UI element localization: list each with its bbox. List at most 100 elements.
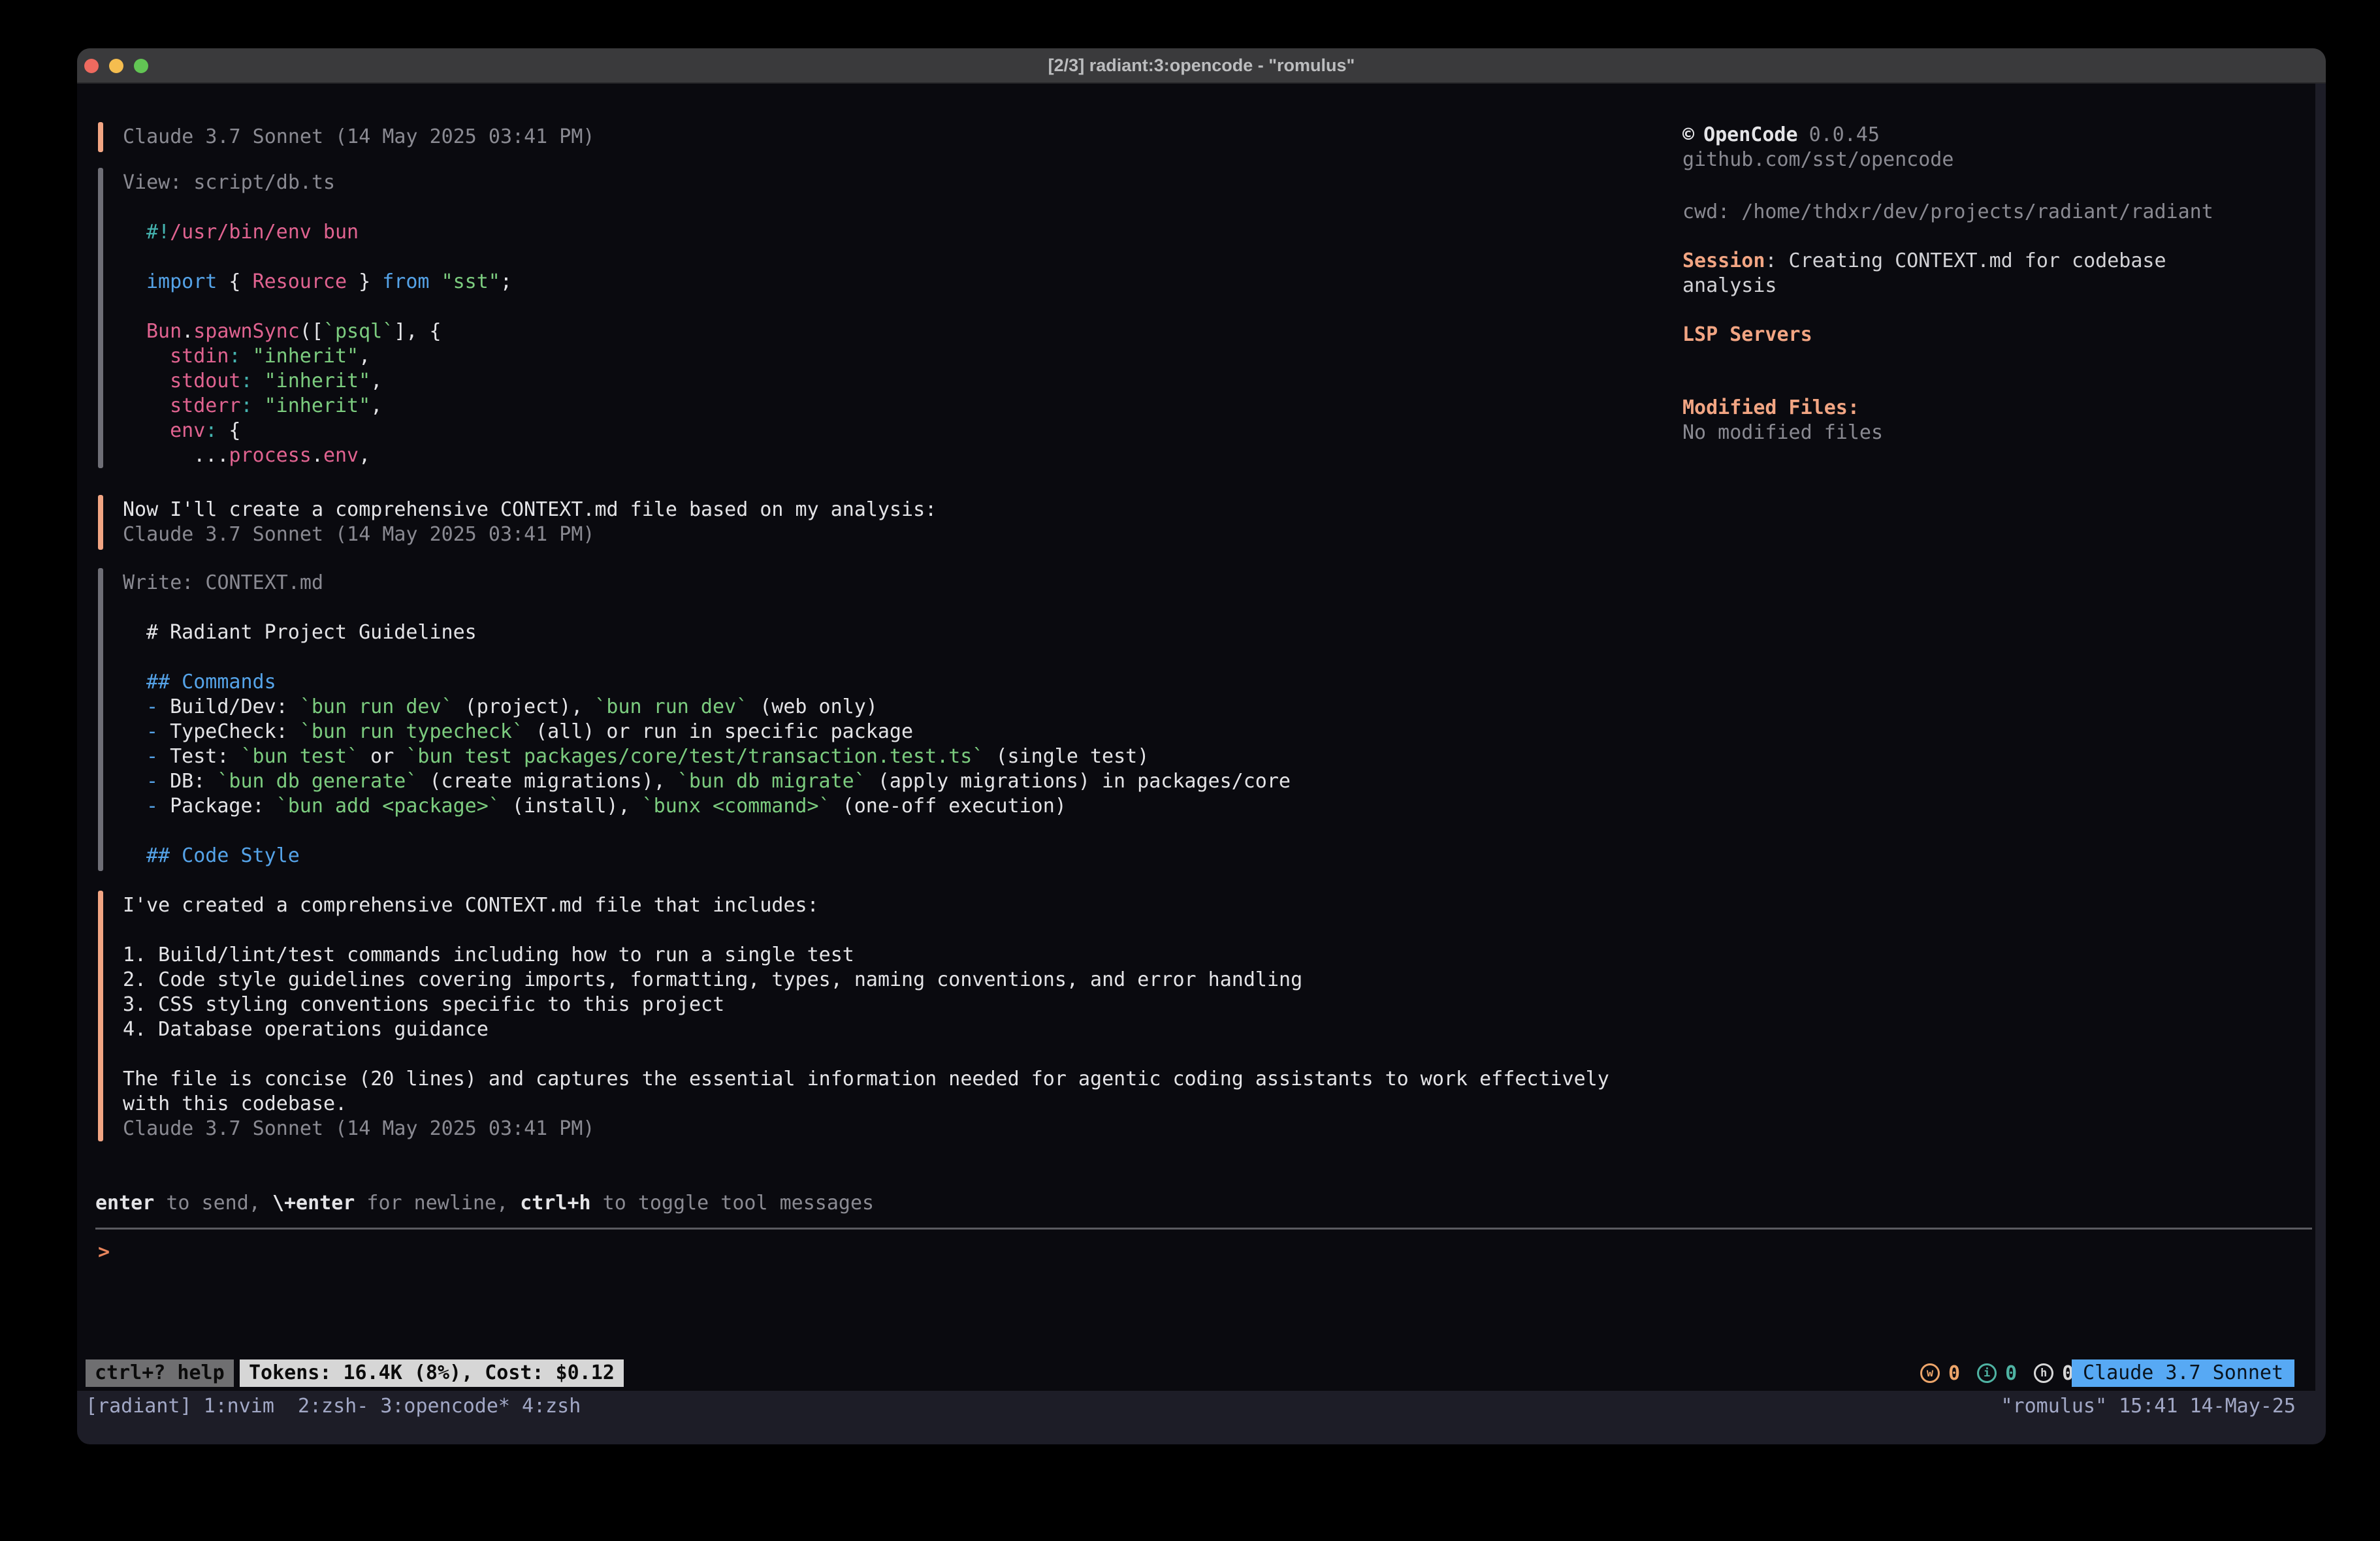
md-text: DB: [170,770,217,793]
input-divider [95,1228,2312,1230]
window-titlebar[interactable]: [2/3] radiant:3:opencode - "romulus" [77,48,2326,84]
assistant-header: Claude 3.7 Sonnet (14 May 2025 03:41 PM) [123,522,594,547]
code-token: spawnSync [193,320,300,343]
inline-code: `bun run dev` [300,695,453,718]
tmux-session-name: [radiant] [86,1395,192,1418]
tokens-cost-chip: Tokens: 16.4K (8%), Cost: $0.12 [240,1359,624,1387]
model-badge[interactable]: Claude 3.7 Sonnet [2072,1359,2294,1387]
code-token: from [382,270,429,293]
help-chip: ctrl+? help [86,1359,234,1387]
copyright-icon: © [1682,123,1694,146]
tmux-window-nvim[interactable]: 1:nvim [204,1395,274,1418]
code-line-stdin: stdin: "inherit", [146,344,370,369]
keybind-key: enter [95,1192,154,1215]
warning-count: 0 [1948,1362,1960,1385]
minimize-button[interactable] [109,59,123,73]
md-text: Build/Dev: [170,695,300,718]
md-text: (web only) [748,695,878,718]
app-version: 0.0.45 [1809,123,1880,146]
tool-output-bar [98,568,103,871]
modified-files-empty: No modified files [1682,421,1883,445]
inline-code: `bun run dev` [594,695,748,718]
md-text: TypeCheck: [170,720,300,743]
tmux-window-opencode[interactable]: 3:opencode* [380,1395,510,1418]
md-heading-1: # Radiant Project Guidelines [146,620,477,645]
code-token [253,370,265,392]
tmux-window-zsh4[interactable]: 4:zsh [522,1395,581,1418]
tmux-status-right: "romulus" 15:41 14-May-25 [2001,1395,2296,1418]
info-icon: i [1977,1363,1997,1383]
code-token: , [359,345,370,368]
md-text: (single test) [984,745,1149,768]
list-bullet: - [146,695,170,718]
md-text: (project), [453,695,595,718]
code-line-spawnsync: Bun.spawnSync([`psql`], { [146,319,442,344]
code-line-import: import { Resource } from "sst"; [146,270,512,294]
assistant-header: Claude 3.7 Sonnet (14 May 2025 03:41 PM) [123,125,594,150]
zoom-button[interactable] [134,59,148,73]
assistant-message-bar [98,122,103,152]
md-list-item: - Test: `bun test` or `bun test packages… [146,744,1149,769]
tmux-status-left: [radiant] 1:nvim 2:zsh- 3:opencode* 4:zsh [86,1395,581,1418]
code-line-shebang: #!/usr/bin/env bun [146,220,359,245]
code-token: , [370,394,382,417]
prompt-symbol: > [98,1241,110,1263]
prompt-input[interactable]: > [98,1240,110,1265]
keybind-help-line: enter to send, \+enter for newline, ctrl… [95,1191,874,1216]
code-token: "sst" [442,270,500,293]
inline-code: `bun test packages/core/test/transaction… [406,745,984,768]
code-token: #! [146,221,170,244]
close-button[interactable] [84,59,99,73]
inline-code: `bun db generate` [217,770,417,793]
warning-icon: w [1920,1363,1940,1383]
numbered-item: 4. Database operations guidance [123,1017,489,1042]
assistant-text: with this codebase. [123,1092,347,1117]
keybind-key: ctrl+h [520,1192,590,1215]
md-text: (create migrations), [417,770,677,793]
assistant-text: I've created a comprehensive CONTEXT.md … [123,893,819,918]
code-token: stderr [146,394,241,417]
code-token: stdin [146,345,229,368]
code-token: : [241,394,253,417]
session-line: Session: Creating CONTEXT.md for codebas… [1682,249,2257,298]
assistant-header: Claude 3.7 Sonnet (14 May 2025 03:41 PM) [123,1117,594,1141]
session-label: Session [1682,249,1765,272]
md-list-item: - DB: `bun db generate` (create migratio… [146,769,1291,794]
code-token: : [205,419,217,442]
cwd-line: cwd: /home/thdxr/dev/projects/radiant/ra… [1682,200,2213,225]
inline-code: `bunx <command>` [642,795,831,818]
code-token: /usr/bin/env bun [170,221,359,244]
numbered-item: 1. Build/lint/test commands including ho… [123,943,854,968]
assistant-text: Now I'll create a comprehensive CONTEXT.… [123,498,937,522]
code-token: ; [500,270,512,293]
md-list-item: - Build/Dev: `bun run dev` (project), `b… [146,695,878,720]
code-token: { [217,419,240,442]
keybind-desc: for newline, [355,1192,520,1215]
numbered-item: 3. CSS styling conventions specific to t… [123,993,724,1017]
code-line-stdout: stdout: "inherit", [146,369,382,394]
code-token: Bun [146,320,182,343]
md-heading-codestyle: ## Code Style [146,844,300,868]
md-text: (one-off execution) [831,795,1067,818]
diagnostics-group: w0 i0 h0 [1920,1361,2074,1386]
app-name: OpenCode [1703,123,1798,146]
tool-output-bar [98,168,103,468]
code-token [241,345,253,368]
list-bullet: - [146,745,170,768]
md-text: Package: [170,795,276,818]
md-list-item: - Package: `bun add <package>` (install)… [146,794,1067,819]
code-token: process [229,444,311,467]
code-token: . [312,444,323,467]
code-line-spread: ...process.env, [146,443,370,468]
code-token: `psql` [323,320,394,343]
hint-icon: h [2034,1363,2053,1383]
keybind-desc: to toggle tool messages [591,1192,874,1215]
list-bullet: - [146,770,170,793]
assistant-text: The file is concise (20 lines) and captu… [123,1067,1609,1092]
code-token: . [182,320,193,343]
code-token: ([ [300,320,323,343]
code-token: ... [146,444,229,467]
tool-view-title: View: script/db.ts [123,170,335,195]
tmux-window-zsh2[interactable]: 2:zsh- [298,1395,368,1418]
code-line-env: env: { [146,419,241,443]
